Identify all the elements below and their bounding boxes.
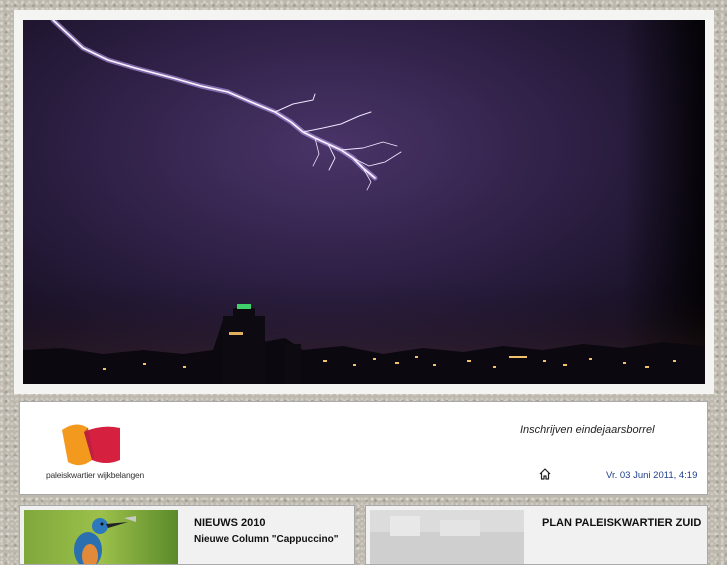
news-card-subtitle: Nieuwe Column "Cappuccino": [194, 534, 339, 545]
signup-link[interactable]: Inschrijven eindejaarsborrel: [520, 424, 655, 436]
plan-thumbnail: [370, 510, 524, 564]
hero-photo: [23, 20, 705, 384]
current-date: Vr. 03 Juni 2011, 4:19: [606, 470, 698, 481]
home-icon: [539, 468, 551, 480]
site-logo[interactable]: paleiskwartier wijkbelangen: [40, 422, 160, 484]
plan-image: [370, 510, 524, 564]
lightning-photo: [23, 20, 705, 384]
kingfisher-image: [24, 510, 178, 564]
logo-mark-icon: [62, 424, 120, 466]
news-card[interactable]: NIEUWS 2010 Nieuwe Column "Cappuccino": [19, 505, 355, 565]
plan-card[interactable]: PLAN PALEISKWARTIER ZUID: [365, 505, 708, 565]
logo-text: paleiskwartier wijkbelangen: [46, 470, 145, 480]
hero-frame: [14, 10, 714, 394]
site-header: paleiskwartier wijkbelangen Inschrijven …: [19, 401, 708, 495]
plan-card-title: PLAN PALEISKWARTIER ZUID: [542, 517, 702, 529]
home-link[interactable]: [538, 467, 552, 481]
news-card-title: NIEUWS 2010: [194, 517, 266, 529]
news-thumbnail: [24, 510, 178, 564]
